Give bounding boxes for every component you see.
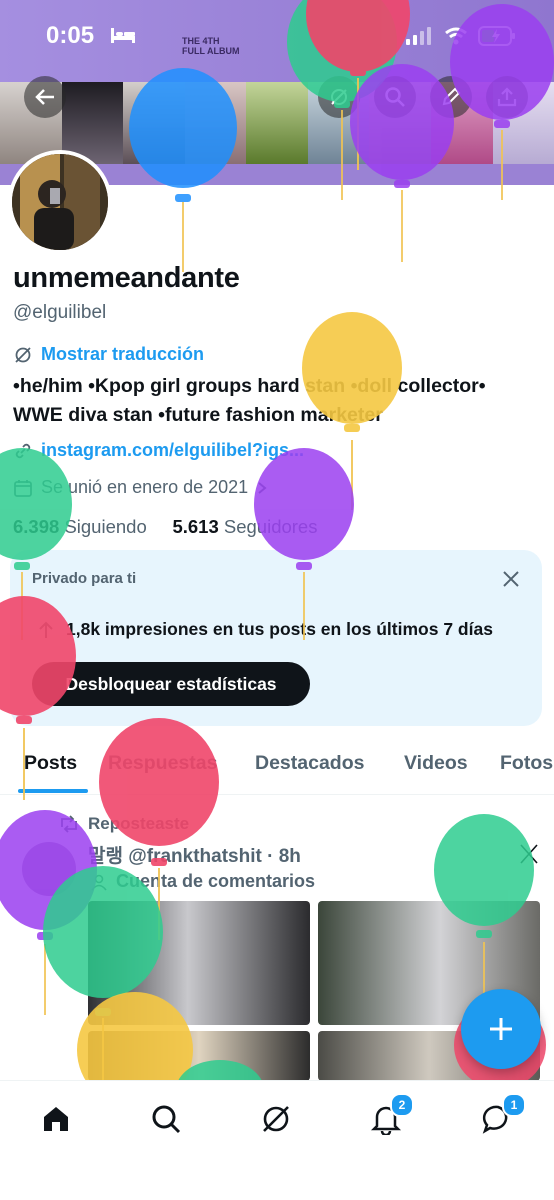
following-count: 6.398 [13,516,60,537]
sleep-focus-icon [111,28,135,43]
nav-messages[interactable]: 1 [478,1093,526,1139]
translate-bio-link[interactable]: Mostrar traducción [13,344,204,365]
post-author[interactable]: 말랭 @frankthatshit · 8h [88,841,301,868]
followers-link[interactable]: 5.613 Seguidores [172,516,317,537]
tab-replies[interactable]: Respuestas [108,752,217,775]
repost-label: Reposteaste [88,814,190,833]
arrow-up-icon [39,621,53,638]
active-tab-indicator [18,789,88,793]
battery-icon [478,26,515,46]
profile-bio: •he/him •Kpop girl groups hard stan •dol… [13,372,553,430]
pencil-icon [442,87,461,106]
notifications-badge: 2 [390,1093,414,1117]
share-button[interactable] [486,76,528,118]
bio-line: WWE diva stan •future fashion marketer [13,404,383,426]
messages-badge: 1 [502,1093,526,1117]
grok-icon [263,1106,289,1132]
translate-label[interactable]: Mostrar traducción [41,344,204,365]
community-name: Cuenta de comentarios [116,871,316,891]
search-button[interactable] [374,76,416,118]
followers-count: 5.613 [172,516,219,537]
nav-grok[interactable] [256,1099,296,1139]
back-arrow-icon [35,89,54,105]
profile-link-row[interactable]: instagram.com/elguilibel?igs... [13,440,304,461]
plus-icon [490,1018,512,1040]
community-icon [91,874,107,891]
balloon [0,810,97,1015]
tab-posts[interactable]: Posts [24,752,77,775]
grok-icon [331,89,347,105]
repost-indicator: Reposteaste [58,814,189,834]
calendar-icon [14,479,32,497]
x-logo-icon [520,844,538,864]
post-image[interactable] [88,901,310,1025]
grok-icon [15,346,31,363]
tab-highlights[interactable]: Destacados [255,752,364,775]
status-indicators [404,26,516,46]
unlock-stats-button[interactable]: Desbloquear estadísticas [32,662,310,706]
tab-photos[interactable]: Fotos [500,752,553,775]
share-icon [497,87,517,107]
search-icon [152,1105,181,1134]
bottom-navigation: 2 1 [0,1080,554,1200]
link-icon [15,443,31,458]
profile-link[interactable]: instagram.com/elguilibel?igs... [41,440,304,461]
post-image[interactable] [88,1031,310,1081]
avatar[interactable] [8,150,112,254]
following-link[interactable]: 6.398 Siguiendo [13,516,147,537]
chevron-right-icon [258,481,267,494]
post-author-avatar[interactable] [22,842,76,896]
stats-card-title: Privado para ti [32,570,137,587]
edit-button[interactable] [430,76,472,118]
back-button[interactable] [24,76,66,118]
compose-post-button[interactable] [461,989,541,1069]
nav-search[interactable] [146,1099,186,1139]
repost-icon [61,815,77,833]
impressions-row: 1,8k impresiones en tus posts en los últ… [36,619,493,640]
grok-button[interactable] [318,76,360,118]
nav-home[interactable] [36,1099,76,1139]
post-community[interactable]: Cuenta de comentarios [90,871,315,892]
profile-tabs: Posts Respuestas Destacados Videos Fotos [0,736,554,795]
impressions-text: 1,8k impresiones en tus posts en los últ… [66,619,493,639]
display-name: unmemeandante [13,262,240,294]
wifi-icon [445,27,467,45]
search-icon [385,87,405,107]
follow-counts: 6.398 Siguiendo 5.613 Seguidores [13,516,317,538]
status-time: 0:05 [46,22,95,49]
home-icon [44,1107,68,1131]
album-text: THE 4TH FULL ALBUM [182,36,240,56]
tab-videos[interactable]: Videos [404,752,468,775]
nav-notifications[interactable]: 2 [366,1093,414,1139]
username-handle: @elguilibel [13,302,107,323]
avatar-photo [12,154,108,250]
bio-line: •he/him •Kpop girl groups hard stan •dol… [13,375,486,397]
signal-icon [406,27,431,45]
close-icon[interactable] [500,568,522,590]
joined-date: Se unió en enero de 2021 [41,477,249,497]
joined-row[interactable]: Se unió en enero de 2021 [13,477,268,498]
